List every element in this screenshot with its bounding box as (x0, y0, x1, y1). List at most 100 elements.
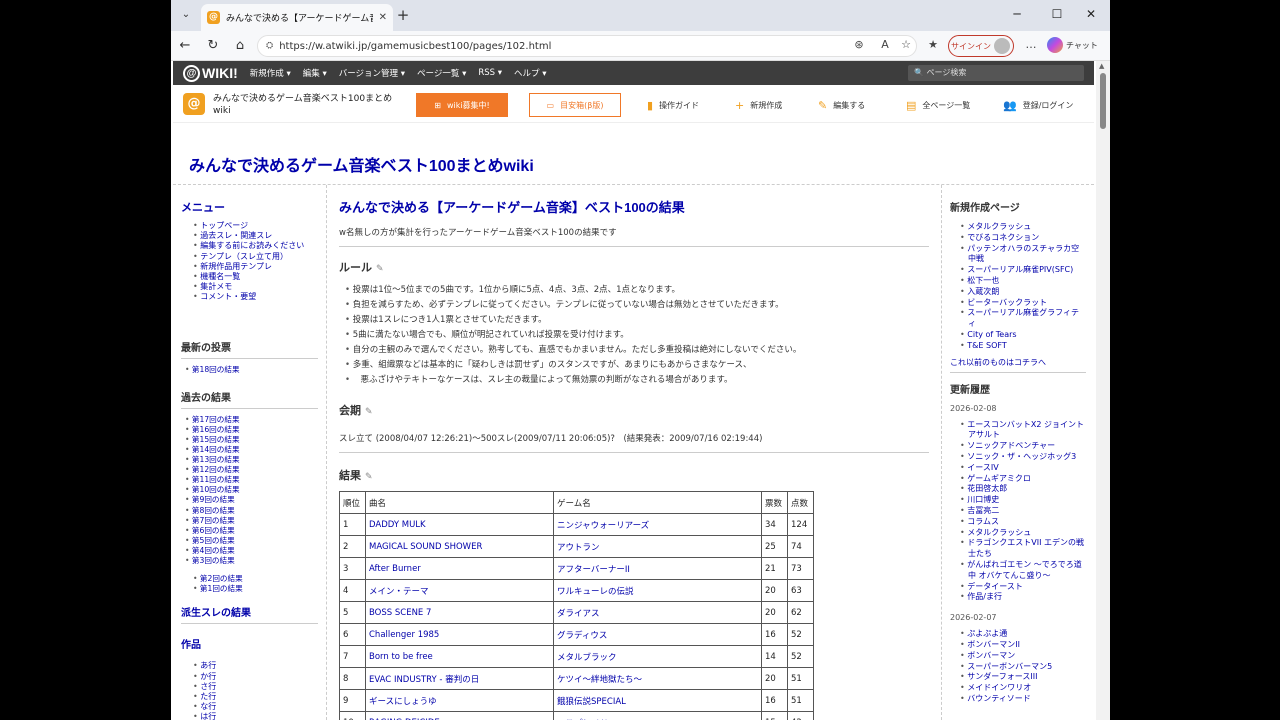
atwiki-logo[interactable]: @ WIKI! (183, 64, 238, 82)
menu-pages[interactable]: ページ一覧 ▾ (417, 67, 466, 79)
menu-version[interactable]: バージョン管理 ▾ (339, 67, 405, 79)
works-item[interactable]: た行 (193, 692, 318, 702)
song-cell[interactable]: EVAC INDUSTRY - 審判の日 (365, 667, 554, 690)
song-cell[interactable]: After Burner (365, 557, 554, 580)
page-search-input[interactable]: 🔍 ページ検索 (908, 65, 1084, 81)
works-item[interactable]: か行 (193, 672, 318, 682)
history-item[interactable]: ボンバーマン (960, 651, 1086, 662)
new-page-item[interactable]: メタルクラッシュ (960, 222, 1086, 233)
all-pages-link[interactable]: ▤ 全ページ一覧 (906, 99, 970, 112)
derived-heading[interactable]: 派生スレの結果 (181, 604, 318, 625)
past-item[interactable]: 第7回の結果 (185, 516, 318, 526)
new-page-item[interactable]: ビーターバックラット (960, 298, 1086, 309)
works-heading[interactable]: 作品 (181, 636, 318, 655)
history-item[interactable]: ゲームギアミクロ (960, 474, 1086, 485)
past-item[interactable]: 第16回の結果 (185, 425, 318, 435)
new-page-item[interactable]: スーパーリアル麻雀グラフィティ (960, 308, 1086, 330)
suggestion-box-button[interactable]: ▭ 目安箱(β版) (529, 93, 621, 117)
scroll-thumb[interactable] (1100, 73, 1106, 129)
minimize-icon[interactable]: ─ (1007, 7, 1027, 21)
song-cell[interactable]: メイン・テーマ (365, 579, 554, 602)
history-item[interactable]: スーパーボンバーマン5 (960, 662, 1086, 673)
past-item[interactable]: 第9回の結果 (185, 495, 318, 505)
past-item[interactable]: 第11回の結果 (185, 475, 318, 485)
history-item[interactable]: がんばれゴエモン 〜でろでろ道中 オバケてんこ盛り〜 (960, 560, 1086, 582)
song-cell[interactable]: ギースにしょうゆ (365, 689, 554, 712)
menu-new[interactable]: 新規作成 ▾ (250, 67, 291, 79)
past-item[interactable]: 第14回の結果 (185, 445, 318, 455)
works-item[interactable]: さ行 (193, 682, 318, 692)
menu-help[interactable]: ヘルプ ▾ (514, 67, 546, 79)
maximize-icon[interactable]: ☐ (1047, 7, 1067, 21)
menu-item[interactable]: テンプレ（スレ立て用） (193, 252, 318, 262)
menu-item[interactable]: 機種名一覧 (193, 272, 318, 282)
close-tab-icon[interactable]: ✕ (379, 12, 387, 23)
past-item[interactable]: 第10回の結果 (185, 485, 318, 495)
game-cell[interactable]: エスプレイド (553, 711, 762, 720)
new-page-item[interactable]: パッテンオハラのスチャラカ空中戦 (960, 244, 1086, 266)
back-arrow-icon[interactable]: ← (177, 38, 193, 53)
older-pages-link[interactable]: これ以前のものはコチラへ (950, 357, 1086, 373)
menu-rss[interactable]: RSS ▾ (478, 68, 502, 78)
works-item[interactable]: な行 (193, 702, 318, 712)
history-item[interactable]: ドラゴンクエストVII エデンの戦士たち (960, 538, 1086, 560)
history-item[interactable]: 川口博史 (960, 495, 1086, 506)
site-info-icon[interactable]: ⛭ (266, 41, 273, 51)
past-item[interactable]: 第15回の結果 (185, 435, 318, 445)
works-item[interactable]: は行 (193, 712, 318, 720)
extension-icon[interactable]: ⊛ (851, 38, 867, 51)
past-item[interactable]: 第6回の結果 (185, 526, 318, 536)
game-cell[interactable]: アフターバーナーII (553, 557, 762, 580)
page-scrollbar[interactable]: ▲ (1096, 61, 1110, 720)
history-item[interactable]: バウンティソード (960, 694, 1086, 705)
game-cell[interactable]: 餓狼伝説SPECIAL (553, 689, 762, 712)
guide-link[interactable]: ▮ 操作ガイド (647, 99, 699, 112)
history-item[interactable]: ソニックアドベンチャー (960, 441, 1086, 452)
past-item[interactable]: 第5回の結果 (185, 536, 318, 546)
game-cell[interactable]: ニンジャウォーリアーズ (553, 513, 762, 536)
game-cell[interactable]: ダライアス (553, 601, 762, 624)
history-item[interactable]: 吉冨亮二 (960, 506, 1086, 517)
history-item[interactable]: ソニック・ザ・ヘッジホッグ3 (960, 452, 1086, 463)
menu-edit[interactable]: 編集 ▾ (303, 67, 327, 79)
history-item[interactable]: 作品/ま行 (960, 592, 1086, 603)
history-item[interactable]: ボンバーマンII (960, 640, 1086, 651)
history-item[interactable]: ぷよぷよ通 (960, 629, 1086, 640)
history-item[interactable]: エースコンバットX2 ジョイントアサルト (960, 420, 1086, 442)
history-item[interactable]: コラムス (960, 517, 1086, 528)
game-cell[interactable]: グラディウス (553, 623, 762, 646)
page-title[interactable]: みんなで決めるゲーム音楽ベスト100まとめwiki (189, 152, 534, 176)
latest-item[interactable]: 第18回の結果 (185, 365, 318, 375)
past-item[interactable]: 第1回の結果 (193, 584, 318, 594)
login-link[interactable]: 👥 登録/ログイン (1003, 99, 1073, 112)
game-cell[interactable]: ケツイ〜絆地獄たち〜 (553, 667, 762, 690)
history-item[interactable]: メタルクラッシュ (960, 528, 1086, 539)
browser-tab[interactable]: @ みんなで決める【アーケードゲーム音楽】べ ✕ (201, 4, 393, 31)
site-logo-icon[interactable]: @ (183, 93, 205, 115)
copilot-button[interactable]: チャット (1047, 37, 1098, 53)
song-cell[interactable]: BOSS SCENE 7 (365, 601, 554, 624)
window-close-icon[interactable]: ✕ (1081, 7, 1101, 21)
game-cell[interactable]: ワルキューレの伝説 (553, 579, 762, 602)
history-item[interactable]: データイースト (960, 582, 1086, 593)
menu-item[interactable]: 集計メモ (193, 282, 318, 292)
url-field[interactable]: ⛭ https://w.atwiki.jp/gamemusicbest100/p… (257, 35, 917, 57)
history-item[interactable]: イースIV (960, 463, 1086, 474)
refresh-icon[interactable]: ↻ (205, 38, 221, 53)
history-item[interactable]: メイドインワリオ (960, 683, 1086, 694)
menu-item[interactable]: コメント・要望 (193, 292, 318, 302)
signin-button[interactable]: サインイン (948, 35, 1014, 57)
history-item[interactable]: 花田啓太郎 (960, 484, 1086, 495)
song-cell[interactable]: MAGICAL SOUND SHOWER (365, 535, 554, 558)
song-cell[interactable]: Challenger 1985 (365, 623, 554, 646)
past-item[interactable]: 第13回の結果 (185, 455, 318, 465)
edit-pencil-icon[interactable]: ✎ (376, 263, 384, 273)
menu-item[interactable]: 過去スレ・関連スレ (193, 231, 318, 241)
song-cell[interactable]: RAGING DEICIDE (365, 711, 554, 720)
new-page-item[interactable]: T&E SOFT (960, 341, 1086, 352)
site-name[interactable]: みんなで決めるゲーム音楽ベスト100まとめwiki (213, 93, 403, 117)
edit-pencil-icon[interactable]: ✎ (365, 406, 373, 416)
past-item[interactable]: 第12回の結果 (185, 465, 318, 475)
more-menu-icon[interactable]: … (1023, 38, 1039, 51)
read-aloud-icon[interactable]: A (877, 38, 893, 51)
